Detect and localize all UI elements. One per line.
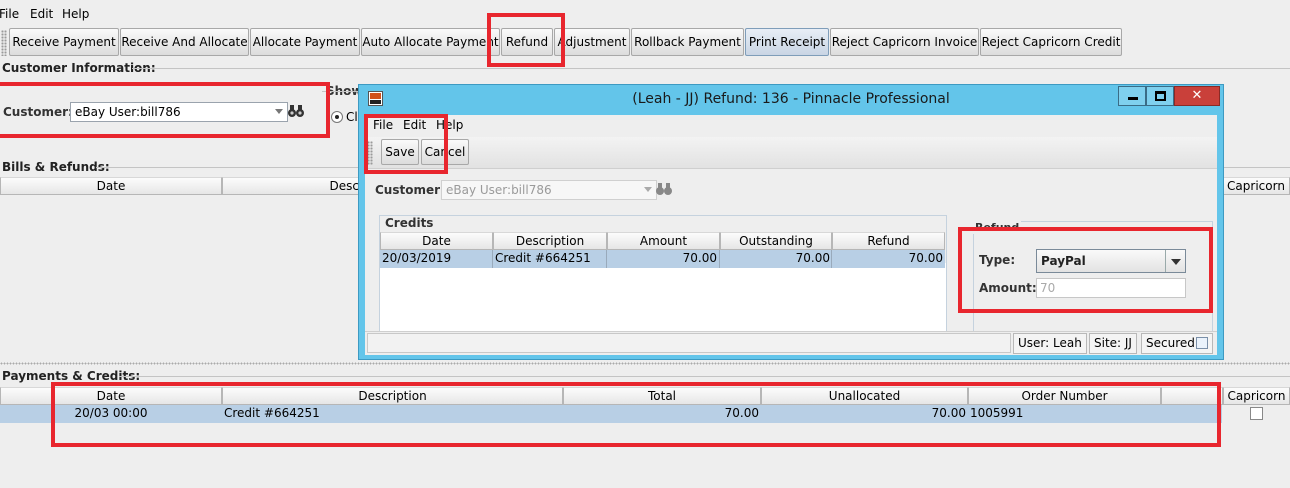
- bills-header-capricorn[interactable]: Capricorn: [1222, 177, 1290, 195]
- refund-dialog: (Leah - JJ) Refund: 136 - Pinnacle Profe…: [358, 84, 1224, 360]
- credits-header-refund[interactable]: Refund: [832, 232, 945, 250]
- table-row[interactable]: 20/03 00:00 Credit #664251 70.00 70.00 1…: [0, 405, 1222, 423]
- dialog-menu-help[interactable]: Help: [436, 118, 463, 132]
- chevron-down-icon[interactable]: [1171, 259, 1181, 265]
- payment-description: Credit #664251: [224, 406, 320, 420]
- save-button[interactable]: Save: [381, 139, 419, 165]
- dialog-customer-label: Customer: [375, 183, 441, 197]
- customer-combo-value: eBay User:bill786: [75, 105, 181, 119]
- main-toolbar: Receive Payment Receive And Allocate All…: [0, 28, 1290, 58]
- dialog-title: (Leah - JJ) Refund: 136 - Pinnacle Profe…: [632, 91, 950, 107]
- credit-date: 20/03/2019: [382, 251, 452, 265]
- capricorn-checkbox[interactable]: [1250, 407, 1263, 420]
- bills-header-description[interactable]: Desc: [222, 177, 362, 195]
- dialog-body: File Edit Help Save Cancel Customer eBay…: [365, 115, 1217, 355]
- payment-total: 70.00: [724, 406, 759, 420]
- binoculars-icon[interactable]: [287, 104, 305, 118]
- payment-unallocated: 70.00: [931, 406, 966, 420]
- toolbar-grip[interactable]: [367, 141, 373, 165]
- credit-refund: 70.00: [908, 251, 943, 265]
- close-icon[interactable]: ✕: [1174, 86, 1220, 106]
- menu-edit[interactable]: Edit: [30, 7, 53, 21]
- payments-header-total[interactable]: Total: [563, 387, 761, 405]
- dialog-title-bar[interactable]: (Leah - JJ) Refund: 136 - Pinnacle Profe…: [359, 85, 1223, 113]
- amount-value: 70: [1040, 281, 1056, 295]
- refund-type-value: PayPal: [1041, 254, 1086, 268]
- secured-checkbox[interactable]: [1196, 337, 1208, 349]
- divider: [606, 250, 607, 268]
- reject-capricorn-invoice-button[interactable]: Reject Capricorn Invoice: [830, 28, 979, 56]
- payments-header-description[interactable]: Description: [222, 387, 563, 405]
- status-secured: Secured: [1141, 333, 1213, 354]
- cancel-button[interactable]: Cancel: [421, 139, 469, 165]
- amount-label: Amount:: [979, 281, 1037, 295]
- credits-header-outstanding[interactable]: Outstanding: [720, 232, 832, 250]
- chevron-down-icon[interactable]: [275, 109, 283, 114]
- maximize-icon[interactable]: [1146, 86, 1174, 106]
- payments-header-unallocated[interactable]: Unallocated: [761, 387, 968, 405]
- payments-header-date[interactable]: Date: [0, 387, 222, 405]
- dialog-customer-value: eBay User:bill786: [446, 183, 552, 197]
- toolbar-grip[interactable]: [1, 30, 7, 56]
- credits-header-description[interactable]: Description: [493, 232, 607, 250]
- split-pane-divider[interactable]: [0, 362, 1290, 365]
- print-receipt-button[interactable]: Print Receipt: [745, 28, 829, 56]
- payments-header-order-number[interactable]: Order Number: [968, 387, 1161, 405]
- bills-refunds-label: Bills & Refunds:: [2, 160, 110, 174]
- refund-type-select[interactable]: PayPal: [1036, 249, 1186, 273]
- dialog-menu-file[interactable]: File: [373, 118, 393, 132]
- allocate-payment-button[interactable]: Allocate Payment: [250, 28, 360, 56]
- rollback-payment-button[interactable]: Rollback Payment: [631, 28, 744, 56]
- refund-title: Refund: [973, 221, 1022, 234]
- status-site: Site: JJ: [1089, 333, 1137, 354]
- type-label: Type:: [979, 253, 1016, 267]
- receive-payment-button[interactable]: Receive Payment: [9, 28, 119, 56]
- payment-date: 20/03 00:00: [74, 406, 148, 420]
- divider: [719, 250, 720, 268]
- menu-bar: File Edit Help: [0, 0, 1290, 28]
- radio-button[interactable]: [331, 111, 343, 123]
- customer-combo[interactable]: eBay User:bill786: [70, 102, 288, 122]
- customer-label: Customer:: [3, 105, 73, 119]
- status-user: User: Leah: [1013, 333, 1087, 354]
- binoculars-icon[interactable]: [655, 182, 673, 196]
- receive-and-allocate-button[interactable]: Receive And Allocate: [120, 28, 249, 56]
- dialog-customer-combo[interactable]: eBay User:bill786: [441, 180, 657, 200]
- payments-header-capricorn[interactable]: Capricorn: [1223, 387, 1290, 405]
- credits-header-date[interactable]: Date: [380, 232, 493, 250]
- bills-header-date[interactable]: Date: [0, 177, 222, 195]
- status-message: [367, 333, 1011, 353]
- menu-file[interactable]: File: [0, 7, 19, 21]
- credits-header-amount[interactable]: Amount: [607, 232, 720, 250]
- menu-help[interactable]: Help: [62, 7, 89, 21]
- credit-outstanding: 70.00: [795, 251, 830, 265]
- divider: [831, 250, 832, 268]
- divider: [119, 376, 1290, 377]
- radio-label: Cl: [346, 110, 358, 124]
- credits-title: Credits: [383, 216, 436, 230]
- amount-field[interactable]: 70: [1036, 278, 1186, 298]
- auto-allocate-payment-button[interactable]: Auto Allocate Payment: [361, 28, 500, 56]
- payment-order-number: 1005991: [970, 406, 1024, 420]
- credit-description: Credit #664251: [495, 251, 591, 265]
- status-secured-label: Secured: [1146, 336, 1195, 350]
- divider: [322, 91, 358, 92]
- refund-button[interactable]: Refund: [501, 28, 553, 56]
- credit-table-row[interactable]: 20/03/2019 Credit #664251 70.00 70.00 70…: [380, 250, 945, 268]
- payments-header-blank[interactable]: [1161, 387, 1223, 405]
- dialog-toolbar: [365, 137, 1217, 169]
- divider: [492, 250, 493, 268]
- chevron-down-icon[interactable]: [644, 187, 652, 192]
- divider: [132, 68, 1290, 69]
- credit-amount: 70.00: [682, 251, 717, 265]
- adjustment-button[interactable]: Adjustment: [554, 28, 630, 56]
- reject-capricorn-credit-button[interactable]: Reject Capricorn Credit: [980, 28, 1122, 56]
- dropdown-button[interactable]: [1165, 250, 1185, 272]
- minimize-icon[interactable]: [1118, 86, 1146, 106]
- dialog-menu-edit[interactable]: Edit: [403, 118, 426, 132]
